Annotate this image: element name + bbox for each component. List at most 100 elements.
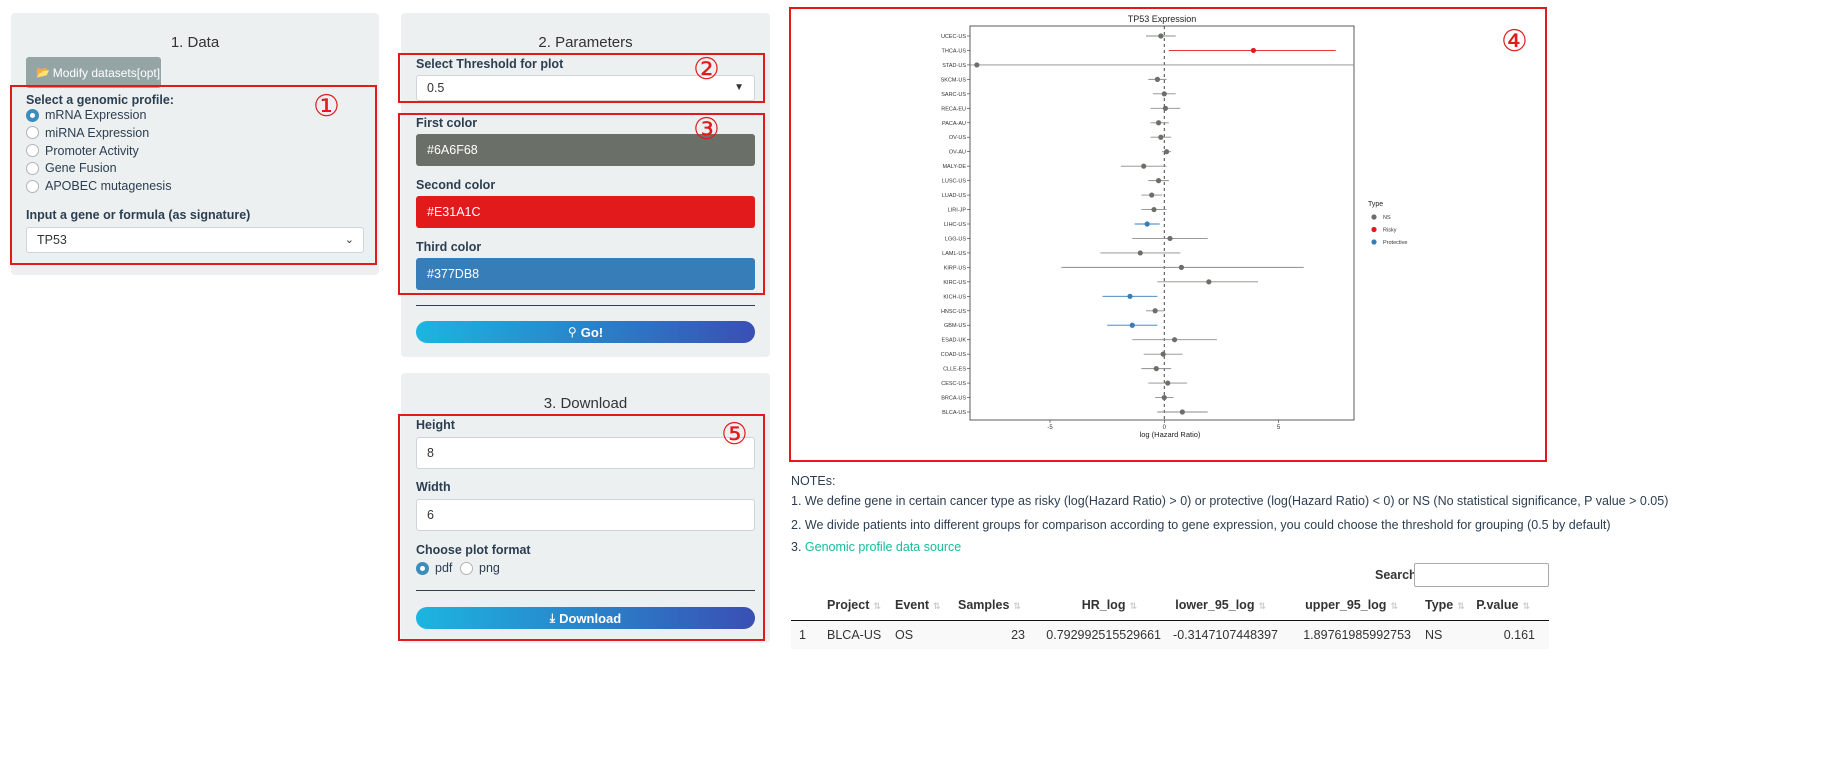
hr-point [1155,178,1162,184]
search-icon: ⚲ [567,325,577,339]
sort-arrows-icon: ⇅ [1129,601,1137,611]
annotation-number-1: ① [313,89,340,124]
hr-point [1141,163,1147,169]
column-header-label: Event [895,598,930,612]
y-tick-label: MALY-DE [942,164,966,170]
note-2: 2. We divide patients into different gro… [791,518,1611,532]
y-tick-label: BLCA-US [942,410,966,416]
chart-title: TP53 Expression [1128,14,1197,24]
column-header-type[interactable]: Type ⇅ [1425,598,1465,612]
sort-arrows-icon: ⇅ [1013,601,1021,611]
legend-label: NS [1383,215,1391,221]
annotation-number-3: ③ [693,112,720,147]
column-header-label: lower_95_log [1175,598,1255,612]
y-tick-label: ESAD-UK [942,338,967,344]
legend-swatch [1371,226,1377,233]
y-tick-label: OV-AU [949,150,966,156]
y-tick-label: PACA-AU [942,121,966,127]
y-tick-label: LIRI-JP [948,208,967,214]
sort-arrows-icon: ⇅ [1522,601,1530,611]
hr-point [1137,250,1143,256]
y-tick-label: LUSC-US [942,179,966,185]
folder-open-icon: 📂 [36,67,50,79]
y-tick-label: LUAD-US [942,193,966,199]
hr-point [1154,76,1161,82]
sort-arrows-icon: ⇅ [1390,601,1398,611]
column-header-label: P.value [1476,598,1519,612]
column-header-label: upper_95_log [1305,598,1387,612]
column-header-label: Type [1425,598,1454,612]
hr-point [1163,149,1170,155]
column-header-lower-95-log[interactable]: lower_95_log ⇅ [1175,598,1266,612]
y-tick-label: UCEC-US [941,34,966,40]
column-header-project[interactable]: Project ⇅ [827,598,881,612]
legend-swatch [1371,214,1377,220]
hr-point [1149,192,1155,198]
parameters-panel-title: 2. Parameters [538,34,633,51]
note-3-prefix: 3. [791,540,805,554]
hr-point [1206,279,1212,285]
note-1: 1. We define gene in certain cancer type… [791,494,1669,508]
annotation-box-5 [398,414,765,641]
hr-point [1167,235,1173,242]
cell-type: NS [1425,628,1443,642]
hr-point [1162,105,1169,111]
sort-arrows-icon: ⇅ [1258,601,1266,611]
hr-point [1158,33,1164,39]
y-tick-label: LGG-US [945,236,966,242]
column-header-event[interactable]: Event ⇅ [895,598,941,612]
cell-p-value: 0.161 [1503,628,1535,642]
cell-hr-log: 0.792992515529661 [1046,628,1161,642]
y-tick-label: SKCM-US [941,77,967,83]
hr-point [1127,293,1133,299]
cell-upper-95: 1.89761985992753 [1303,628,1411,642]
legend-label: Risky [1383,228,1397,234]
y-tick-label: OV-US [949,135,966,141]
hr-point [1171,337,1178,343]
column-header-label: Project [827,598,870,612]
go-button[interactable]: ⚲ Go! [416,321,755,343]
x-tick-label: -5 [1047,425,1053,431]
legend-swatch [1371,239,1377,245]
hr-point [1250,47,1257,54]
y-tick-label: STAD-US [942,63,966,69]
legend-label: Protective [1383,240,1407,246]
plot-frame [969,25,1355,421]
cell-lower-95: -0.3147107448397 [1173,628,1278,642]
y-tick-label: COAD-US [941,352,967,358]
y-tick-label: CESC-US [941,381,966,387]
parameters-divider [416,305,755,306]
hr-point [1161,91,1167,97]
hr-point [1178,264,1185,270]
y-tick-label: HNSC-US [941,309,966,315]
column-header-p-value[interactable]: P.value ⇅ [1476,598,1530,612]
hr-point [1129,322,1135,328]
cell-project: BLCA-US [827,628,882,642]
y-tick-label: LAML-US [942,251,966,257]
cell-samples: 23 [1011,628,1025,642]
note-3: 3. Genomic profile data source [791,540,961,554]
y-tick-label: KIRC-US [943,280,966,286]
y-tick-label: RECA-EU [941,106,966,112]
sort-arrows-icon: ⇅ [1457,601,1465,611]
hr-point [974,62,980,68]
data-source-link[interactable]: Genomic profile data source [805,540,961,554]
sort-arrows-icon: ⇅ [873,601,881,611]
modify-datasets-button[interactable]: 📂 Modify datasets[opt] [26,57,161,88]
column-header-upper-95-log[interactable]: upper_95_log ⇅ [1305,598,1398,612]
column-header-label: Samples [958,598,1010,612]
data-panel-title: 1. Data [170,34,220,51]
hr-point [1155,120,1162,126]
go-button-label: Go! [580,324,604,340]
sort-arrows-icon: ⇅ [933,601,941,611]
hr-point [1151,206,1157,213]
y-tick-label: GBM-US [944,323,966,329]
table-search-input[interactable] [1414,563,1549,587]
table-row[interactable]: 1 BLCA-US OS 23 0.792992515529661 -0.314… [791,621,1549,649]
hr-point [1144,221,1150,227]
column-header-samples[interactable]: Samples ⇅ [958,598,1021,612]
hr-point [1158,134,1164,140]
column-header-hr-log[interactable]: HR_log ⇅ [1082,598,1137,612]
annotation-number-5: ⑤ [721,417,748,452]
row-index: 1 [799,628,806,642]
